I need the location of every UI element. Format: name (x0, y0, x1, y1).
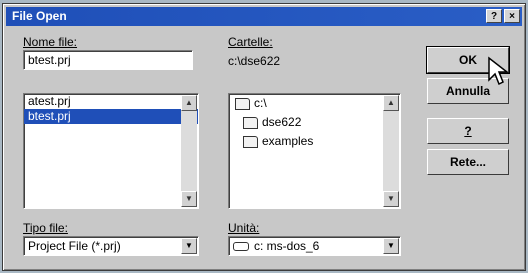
filename-input[interactable]: btest.prj (23, 50, 193, 70)
title-bar: File Open ? × (6, 7, 522, 26)
scroll-down-icon[interactable]: ▼ (181, 191, 197, 207)
folder-tree-scrollbar[interactable]: ▲ ▼ (383, 95, 399, 207)
close-title-button[interactable]: × (504, 9, 520, 23)
scroll-up-icon[interactable]: ▲ (181, 95, 197, 111)
folder-examples[interactable]: examples (229, 134, 400, 149)
file-list-item[interactable]: atest.prj (24, 94, 198, 109)
current-path: c:\dse622 (228, 54, 281, 68)
filetype-value: Project File (*.prj) (28, 239, 121, 253)
file-list-item-selected[interactable]: btest.prj (24, 109, 198, 124)
drive-value: c: ms-dos_6 (254, 239, 320, 253)
folder-icon (243, 135, 258, 148)
chevron-down-icon[interactable]: ▼ (383, 238, 399, 254)
drive-icon (233, 242, 249, 252)
folder-root[interactable]: c:\ (229, 96, 400, 111)
filename-label: Nome file: (23, 35, 78, 49)
filename-value: btest.prj (28, 53, 71, 67)
filetype-label: Tipo file: (23, 221, 68, 235)
drive-select[interactable]: c: ms-dos_6 ▼ (228, 236, 401, 256)
help-title-button[interactable]: ? (486, 9, 502, 23)
file-list[interactable]: atest.prj btest.prj ▲ ▼ (23, 93, 199, 209)
scroll-up-icon[interactable]: ▲ (383, 95, 399, 111)
chevron-down-icon[interactable]: ▼ (181, 238, 197, 254)
drive-label: Unità: (228, 221, 260, 235)
file-list-scrollbar[interactable]: ▲ ▼ (181, 95, 197, 207)
folder-dse622[interactable]: dse622 (229, 115, 400, 130)
folders-label: Cartelle: (228, 35, 273, 49)
file-open-dialog: File Open ? × Nome file: btest.prj atest… (2, 3, 526, 271)
dialog-title: File Open (12, 9, 67, 23)
folder-tree[interactable]: c:\ dse622 examples ▲ ▼ (228, 93, 401, 209)
help-button[interactable]: ? (427, 118, 509, 144)
filetype-select[interactable]: Project File (*.prj) ▼ (23, 236, 199, 256)
open-folder-icon (235, 97, 250, 110)
open-folder-icon (243, 116, 258, 129)
mouse-cursor-icon (488, 56, 510, 86)
scroll-down-icon[interactable]: ▼ (383, 191, 399, 207)
network-button[interactable]: Rete... (427, 149, 509, 175)
